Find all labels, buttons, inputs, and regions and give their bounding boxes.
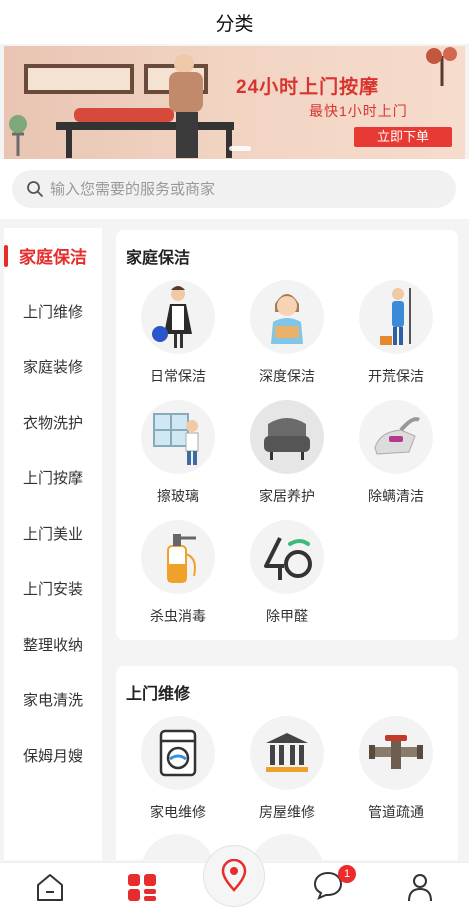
service-item[interactable]: 房屋维修	[233, 716, 341, 822]
promo-banner[interactable]: 24小时上门按摩 最快1小时上门 立即下单	[4, 46, 465, 159]
building-icon	[250, 716, 324, 790]
search-box[interactable]	[12, 170, 456, 208]
home-icon	[37, 874, 63, 901]
profile-tab[interactable]	[392, 863, 448, 910]
banner-subline: 最快1小时上门	[309, 103, 408, 119]
sidebar-item-organizing[interactable]: 整理收纳	[4, 617, 102, 673]
massage-scene-icon	[9, 54, 234, 158]
service-label: 家电维修	[150, 804, 206, 820]
service-item[interactable]: 除螨清洁	[342, 400, 450, 506]
service-item[interactable]: 管道疏通	[342, 716, 450, 822]
unread-badge: 1	[338, 864, 356, 883]
mop-worker-icon	[359, 280, 433, 354]
service-label: 开荒保洁	[368, 368, 424, 384]
service-item[interactable]: 家电维修	[124, 716, 232, 822]
service-item[interactable]: 除甲醛	[233, 520, 341, 626]
service-label: 除甲醛	[266, 608, 308, 624]
category-tab[interactable]	[114, 863, 170, 910]
sidebar-item-beauty[interactable]: 上门美业	[4, 506, 102, 562]
home-tab[interactable]	[22, 863, 78, 910]
maid-icon	[141, 280, 215, 354]
service-item[interactable]: 开荒保洁	[342, 280, 450, 386]
section-home-cleaning: 家庭保洁 日常保洁 深度保洁 开荒保洁 擦玻璃 家居养护 除螨清洁 杀虫消毒 除…	[116, 230, 458, 640]
section-home-repair: 上门维修 家电维修 房屋维修 管道疏通	[116, 666, 458, 860]
location-tab[interactable]	[203, 845, 265, 907]
service-label: 深度保洁	[259, 368, 315, 384]
service-item[interactable]: 杀虫消毒	[124, 520, 232, 626]
category-icon	[128, 874, 156, 901]
banner-headline: 24小时上门按摩	[236, 77, 380, 98]
header: 分类	[0, 0, 469, 44]
service-item[interactable]: 深度保洁	[233, 280, 341, 386]
section-title: 家庭保洁	[126, 250, 191, 267]
sidebar-item-home-repair[interactable]: 上门维修	[4, 284, 102, 340]
service-label: 房屋维修	[259, 804, 315, 820]
message-tab[interactable]: 1	[300, 863, 356, 910]
sidebar-item-installation[interactable]: 上门安装	[4, 561, 102, 617]
sidebar-item-nanny[interactable]: 保姆月嫂	[4, 728, 102, 784]
sidebar-item-appliance-cleaning[interactable]: 家电清洗	[4, 672, 102, 728]
sprayer-icon	[141, 520, 215, 594]
bottom-tab-bar: 1	[0, 845, 469, 910]
search-icon	[27, 181, 43, 197]
person-icon	[408, 874, 432, 902]
sidebar-item-renovation[interactable]: 家庭装修	[4, 339, 102, 395]
carousel-indicator	[229, 146, 251, 151]
cleaner-woman-icon	[250, 280, 324, 354]
service-item[interactable]: 日常保洁	[124, 280, 232, 386]
search-input[interactable]	[50, 180, 430, 198]
formaldehyde-icon	[250, 520, 324, 594]
appliance-icon	[250, 834, 324, 860]
sidebar-item-laundry[interactable]: 衣物洗护	[4, 395, 102, 451]
service-label: 日常保洁	[150, 368, 206, 384]
window-cleaning-icon	[141, 400, 215, 474]
sidebar-item-home-cleaning[interactable]: 家庭保洁	[4, 228, 102, 284]
service-label: 除螨清洁	[368, 488, 424, 504]
section-title: 上门维修	[126, 686, 191, 703]
plant-icon	[426, 47, 457, 86]
search-bar-container	[0, 159, 469, 219]
washing-machine-icon	[141, 716, 215, 790]
armchair-icon	[250, 400, 324, 474]
service-label: 杀虫消毒	[150, 608, 206, 624]
location-pin-icon	[221, 859, 247, 892]
service-item[interactable]: 擦玻璃	[124, 400, 232, 506]
service-label: 擦玻璃	[157, 488, 199, 504]
service-item[interactable]: 家居养护	[233, 400, 341, 506]
sidebar-item-massage[interactable]: 上门按摩	[4, 450, 102, 506]
category-sidebar: 家庭保洁 上门维修 家庭装修 衣物洗护 上门按摩 上门美业 上门安装 整理收纳 …	[4, 228, 102, 860]
page-title: 分类	[215, 13, 254, 35]
order-now-button[interactable]: 立即下单	[354, 127, 452, 147]
mite-vacuum-icon	[359, 400, 433, 474]
service-label: 管道疏通	[368, 804, 424, 820]
pipe-icon	[359, 716, 433, 790]
repair-tools-icon	[141, 834, 215, 860]
service-label: 家居养护	[259, 488, 315, 504]
